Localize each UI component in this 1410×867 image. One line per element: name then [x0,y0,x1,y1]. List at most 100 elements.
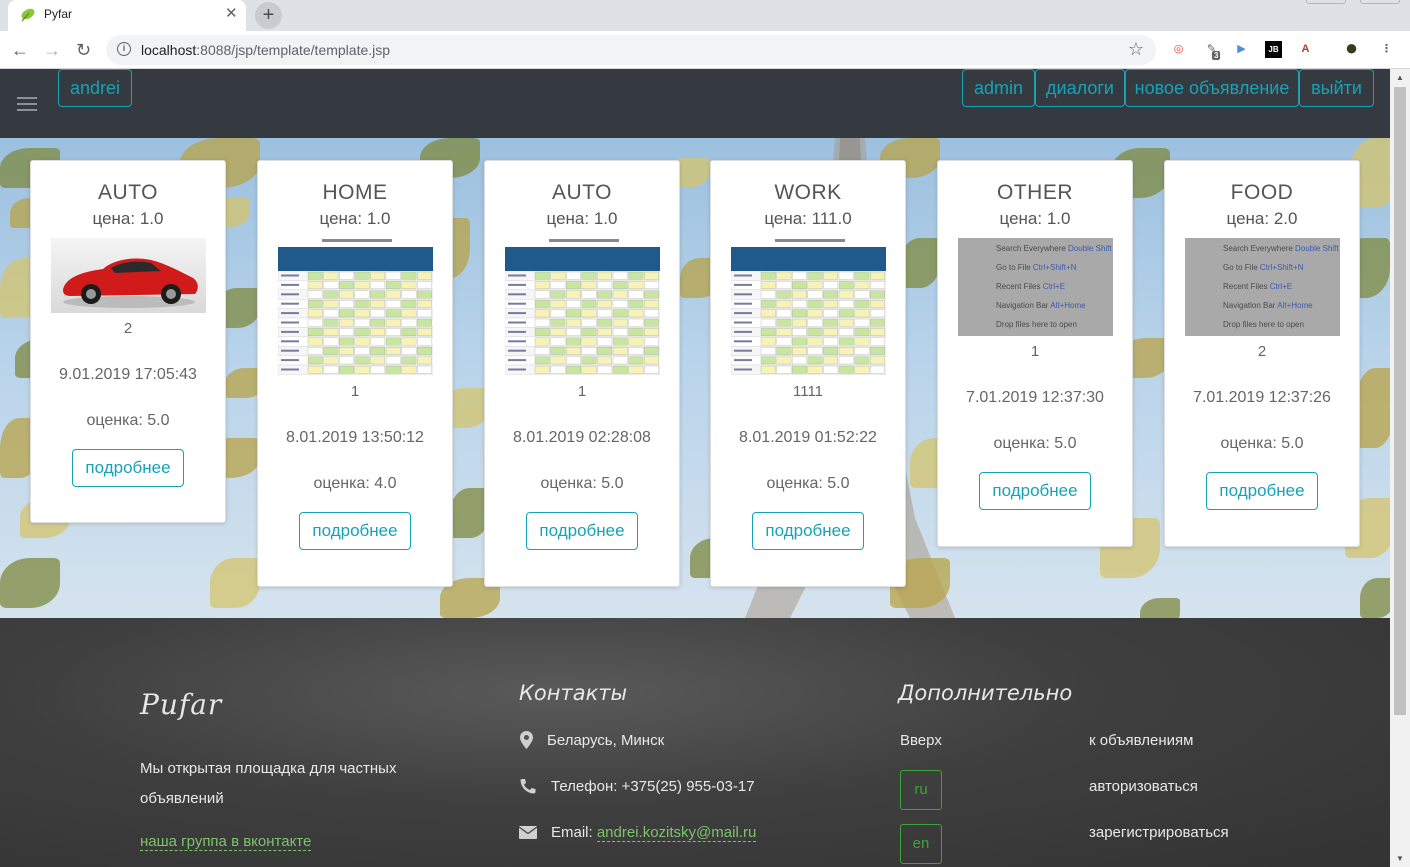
car-photo [51,238,206,313]
ad-image[interactable] [51,238,206,313]
ad-count: 1 [350,383,360,400]
ad-image[interactable] [278,238,433,376]
ad-price: цена: 111.0 [764,209,852,228]
foliage-decoration [1360,578,1390,618]
ads-link[interactable]: к объявлениям [1089,732,1193,749]
ide-hint-line: Go to File Ctrl+Shift+N [1223,263,1304,272]
details-button[interactable]: подробнее [752,512,864,550]
ad-category: AUTO [552,181,612,204]
details-button[interactable]: подробнее [1206,472,1318,510]
scroll-top-link[interactable]: Вверх [900,732,942,749]
ad-image[interactable] [505,238,660,376]
ad-card: OTHER цена: 1.0 Search Everywhere Double… [937,160,1133,547]
ide-hint-line: Search Everywhere Double Shift [1223,244,1339,253]
scroll-down-arrow-icon[interactable]: ▼ [1396,854,1404,863]
pdf-extension-icon[interactable]: A [1297,41,1314,58]
vk-group-link[interactable]: наша группа в вконтакте [140,833,312,851]
table-screenshot [278,238,433,376]
details-button[interactable]: подробнее [526,512,638,550]
ad-count: 1 [577,383,587,400]
lang-en-button[interactable]: en [900,824,942,864]
ad-rating: оценка: 5.0 [1220,435,1304,452]
jetbrains-extension-icon[interactable]: JB [1265,41,1282,58]
ad-image[interactable]: Search Everywhere Double Shift Go to File… [958,238,1113,336]
contacts-heading: Контакты [519,681,628,705]
extension-badge: 3 [1212,51,1221,60]
phone-icon [520,779,536,794]
profile-avatar-icon[interactable]: ● [1343,37,1360,59]
ide-hint-line: Recent Files Ctrl+E [1223,282,1293,291]
ad-count: 1111 [792,383,824,400]
details-button[interactable]: подробнее [979,472,1091,510]
ide-screenshot: Search Everywhere Double Shift Go to File… [1185,238,1340,336]
footer-about-text: Мы открытая площадка для частных объявле… [140,760,397,807]
extra-heading: Дополнительно [898,681,1073,705]
ad-count: 2 [1257,343,1267,360]
ide-screenshot: Search Everywhere Double Shift Go to File… [958,238,1113,336]
ad-price: цена: 1.0 [999,209,1071,228]
ad-image[interactable] [731,238,886,376]
logout-button[interactable]: выйти [1299,69,1374,107]
target-extension-icon[interactable]: ◎ [1170,41,1187,58]
phone-text: Телефон: +375(25) 955-03-17 [551,778,755,795]
login-link[interactable]: авторизоваться [1089,778,1198,795]
badge-extension-icon[interactable]: ✎ 3 [1203,41,1221,60]
new-ad-button[interactable]: новое объявление [1125,69,1299,107]
site-info-icon[interactable]: i [117,42,131,56]
ad-card: FOOD цена: 2.0 Search Everywhere Double … [1164,160,1360,547]
ad-price: цена: 1.0 [92,209,164,228]
ad-image[interactable]: Search Everywhere Double Shift Go to File… [1185,238,1340,336]
ad-category: WORK [774,181,842,204]
url-path: :8088/jsp/template/template.jsp [196,42,391,58]
envelope-icon [519,826,537,839]
dialogs-button[interactable]: диалоги [1035,69,1125,107]
email-label: Email: [551,824,597,841]
ad-date: 7.01.2019 12:37:30 [966,389,1104,406]
foliage-decoration [1355,368,1390,448]
reload-icon[interactable]: ↻ [76,40,91,60]
ad-category: OTHER [997,181,1073,204]
email-link[interactable]: andrei.kozitsky@mail.ru [596,824,757,842]
window-minimize-control[interactable] [1306,0,1346,4]
foliage-decoration [210,558,260,608]
bookmark-star-icon[interactable]: ☆ [1128,39,1144,60]
scrollbar-thumb[interactable] [1394,87,1406,715]
ide-hint-line: Drop files here to open [996,320,1077,329]
details-button[interactable]: подробнее [299,512,411,550]
ad-rating: оценка: 5.0 [86,412,170,429]
scroll-up-arrow-icon[interactable]: ▲ [1396,73,1404,82]
ad-card: AUTO цена: 1.0 1 8.01.2019 02:28:08 оцен… [484,160,680,587]
browser-tabstrip: Pyfar ✕ + [0,0,1410,31]
close-tab-icon[interactable]: ✕ [225,4,238,22]
details-button[interactable]: подробнее [72,449,184,487]
admin-button[interactable]: admin [962,69,1035,107]
url-text[interactable]: localhost:8088/jsp/template/template.jsp [141,42,390,58]
kebab-menu-icon[interactable]: ⋮ [1378,41,1395,58]
site-footer: Pufar Мы открытая площадка для частных о… [0,618,1390,867]
browser-tab[interactable]: Pyfar ✕ [8,0,246,31]
ad-price: цена: 1.0 [319,209,391,228]
window-close-control[interactable] [1360,0,1400,4]
user-profile-button[interactable]: andrei [58,69,132,107]
address-bar[interactable]: i localhost:8088/jsp/template/template.j… [106,35,1156,65]
back-arrow-icon[interactable]: ← [11,40,29,60]
foliage-decoration [900,238,940,288]
ad-rating: оценка: 4.0 [313,475,397,492]
foliage-decoration [0,558,60,608]
ide-hint-line: Go to File Ctrl+Shift+N [996,263,1077,272]
play-extension-icon[interactable]: ▶ [1233,41,1250,58]
table-screenshot [731,238,886,376]
register-link[interactable]: зарегистрироваться [1089,824,1229,841]
ad-price: цена: 2.0 [1226,209,1298,228]
forward-arrow-icon[interactable]: → [43,40,61,60]
hamburger-menu-icon[interactable] [17,97,37,111]
lang-ru-button[interactable]: ru [900,770,942,810]
page-scrollbar[interactable]: ▲ ▼ [1390,69,1410,867]
ad-category: AUTO [98,181,158,204]
foliage-decoration [1140,598,1180,618]
footer-brand-logo: Pufar [140,688,223,721]
leaf-favicon-icon [21,8,35,22]
ad-card: HOME цена: 1.0 1 8.01.2019 13:50:12 оцен… [257,160,453,587]
ad-date: 9.01.2019 17:05:43 [59,366,197,383]
new-tab-button[interactable]: + [255,2,282,29]
